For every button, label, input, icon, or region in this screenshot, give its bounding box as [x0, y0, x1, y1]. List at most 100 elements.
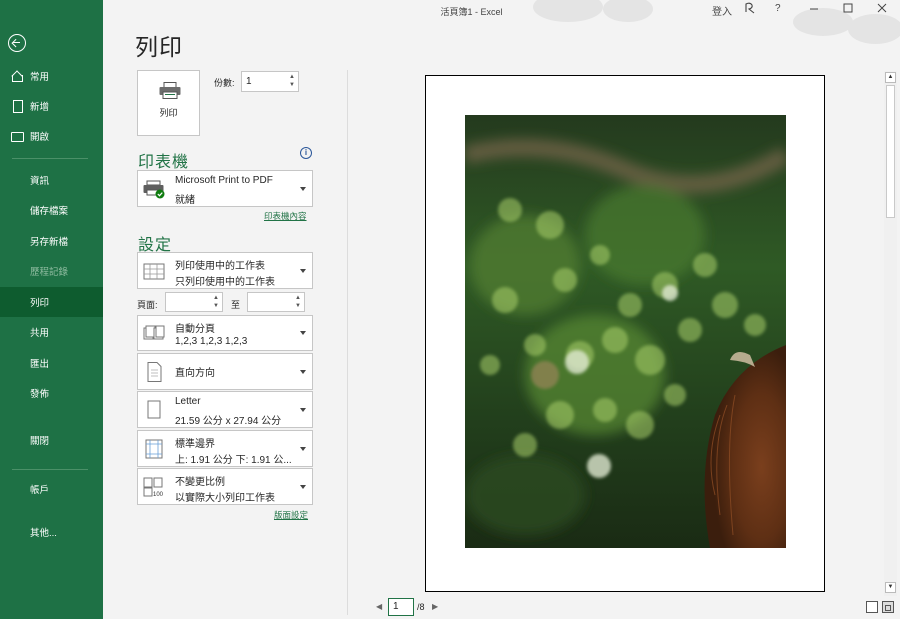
page-setup-link[interactable]: 版面設定	[274, 509, 308, 521]
sidebar-item-label: 發佈	[30, 389, 50, 400]
printer-properties-link[interactable]: 印表機內容	[264, 210, 307, 222]
sidebar-item-label: 共用	[30, 328, 50, 339]
scroll-thumb[interactable]	[886, 85, 895, 218]
open-folder-icon	[11, 130, 24, 142]
copies-stepper[interactable]: 1 ▲ ▼	[241, 71, 299, 92]
margins-desc: 上: 1.91 公分 下: 1.91 公...	[175, 455, 292, 466]
copies-value: 1	[246, 76, 252, 87]
collation-dropdown[interactable]: 自動分頁 1,2,3 1,2,3 1,2,3	[137, 315, 313, 351]
preview-scrollbar[interactable]: ▲ ▼	[884, 71, 897, 596]
worksheet-icon	[143, 263, 165, 279]
back-arrow-icon[interactable]	[8, 34, 26, 52]
chevron-down-icon	[300, 484, 306, 489]
sidebar-item-label: 儲存檔案	[30, 206, 69, 217]
pages-label: 頁面:	[137, 300, 158, 310]
chevron-down-icon	[300, 407, 306, 412]
page-title: 列印	[135, 34, 183, 60]
sidebar-item-publish[interactable]: 發佈	[0, 378, 103, 408]
sidebar-item-print[interactable]: 列印	[0, 287, 103, 317]
pen-icon[interactable]	[743, 1, 757, 18]
paper-icon	[147, 400, 161, 418]
home-icon	[11, 70, 23, 82]
info-icon[interactable]: i	[300, 147, 312, 159]
sidebar-item-export[interactable]: 匯出	[0, 348, 103, 378]
chevron-down-icon	[300, 268, 306, 273]
printer-ready-icon	[143, 180, 165, 198]
sidebar-item-save-as[interactable]: 另存新檔	[0, 226, 103, 256]
preview-photo	[465, 115, 786, 548]
pages-to-input[interactable]: ▲ ▼	[247, 292, 305, 312]
backstage-sidebar: 常用 新增 開啟 資訊 儲存檔案 另存新檔 歷程記錄 列印 共用 匯出 發佈 關…	[0, 0, 103, 619]
preview-divider	[347, 70, 348, 615]
orientation-dropdown[interactable]: 直向方向	[137, 353, 313, 390]
portrait-page-icon	[147, 361, 162, 382]
sidebar-item-home[interactable]: 常用	[0, 61, 103, 91]
sidebar-item-label: 帳戶	[30, 485, 50, 496]
zoom-to-page-icon[interactable]	[882, 601, 894, 613]
paper-size-desc: 21.59 公分 x 27.94 公分	[175, 416, 282, 427]
sign-in-link[interactable]: 登入	[712, 3, 732, 18]
sidebar-item-save[interactable]: 儲存檔案	[0, 195, 103, 225]
sidebar-item-label: 關閉	[30, 436, 50, 447]
sidebar-item-label: 另存新檔	[30, 237, 69, 248]
margins-dropdown[interactable]: 標準邊界 上: 1.91 公分 下: 1.91 公...	[137, 430, 313, 467]
print-scope-title: 列印使用中的工作表	[175, 261, 265, 272]
printer-heading: 印表機	[138, 154, 190, 171]
pages-from-input[interactable]: ▲ ▼	[165, 292, 223, 312]
sidebar-item-account[interactable]: 帳戶	[0, 474, 103, 504]
minimize-icon[interactable]	[808, 2, 820, 17]
new-document-icon	[11, 100, 23, 113]
bokeh-photo-image	[465, 115, 786, 548]
sidebar-item-label: 常用	[30, 72, 50, 83]
pages-to-label: 至	[231, 300, 241, 310]
stepper-arrows-icon[interactable]: ▲ ▼	[295, 294, 301, 310]
current-page-input[interactable]: 1	[388, 598, 414, 616]
sidebar-item-more[interactable]: 其他...	[0, 517, 103, 547]
show-margins-icon[interactable]	[866, 601, 878, 613]
maximize-icon[interactable]	[842, 2, 854, 17]
chevron-down-icon	[300, 369, 306, 374]
printer-dropdown[interactable]: Microsoft Print to PDF 就緒	[137, 170, 313, 207]
print-scope-desc: 只列印使用中的工作表	[175, 277, 275, 288]
previous-page-icon[interactable]: ◀	[376, 602, 382, 611]
scroll-down-icon[interactable]: ▼	[885, 582, 896, 593]
collation-title: 自動分頁	[175, 324, 215, 335]
sidebar-item-label: 新增	[30, 102, 50, 113]
chevron-down-icon	[300, 331, 306, 335]
close-icon[interactable]	[876, 2, 888, 17]
sidebar-divider	[12, 469, 88, 470]
sidebar-item-label: 匯出	[30, 359, 50, 370]
sidebar-item-open[interactable]: 開啟	[0, 121, 103, 151]
scroll-up-icon[interactable]: ▲	[885, 72, 896, 83]
scaling-title: 不變更比例	[175, 477, 225, 488]
sidebar-divider	[12, 158, 88, 159]
print-scope-dropdown[interactable]: 列印使用中的工作表 只列印使用中的工作表	[137, 252, 313, 289]
scaling-dropdown[interactable]: 100 不變更比例 以實際大小列印工作表	[137, 468, 313, 505]
paper-size-dropdown[interactable]: Letter 21.59 公分 x 27.94 公分	[137, 391, 313, 428]
next-page-icon[interactable]: ▶	[432, 602, 438, 611]
title-bar: 活頁簿1 - Excel 登入 ?	[103, 0, 900, 44]
chevron-down-icon	[300, 446, 306, 451]
stepper-arrows-icon[interactable]: ▲ ▼	[213, 294, 219, 310]
printer-icon	[159, 82, 181, 99]
sidebar-item-info[interactable]: 資訊	[0, 165, 103, 195]
collation-desc: 1,2,3 1,2,3 1,2,3	[175, 336, 248, 347]
sidebar-item-close[interactable]: 關閉	[0, 425, 103, 455]
sidebar-item-label: 開啟	[30, 132, 50, 143]
chevron-down-icon	[300, 186, 306, 191]
sidebar-item-label: 資訊	[30, 176, 50, 187]
svg-text:100: 100	[153, 492, 164, 497]
sidebar-item-label: 歷程記錄	[30, 267, 69, 278]
print-button[interactable]: 列印	[137, 70, 200, 136]
sidebar-item-label: 列印	[30, 298, 50, 309]
sidebar-item-new[interactable]: 新增	[0, 91, 103, 121]
help-button[interactable]: ?	[775, 3, 781, 14]
page-total: /8	[417, 602, 425, 612]
margins-icon	[145, 439, 163, 458]
sidebar-item-history: 歷程記錄	[0, 256, 103, 286]
sidebar-item-share[interactable]: 共用	[0, 317, 103, 347]
margins-title: 標準邊界	[175, 439, 215, 450]
sidebar-item-label: 其他...	[30, 528, 57, 539]
orientation-title: 直向方向	[175, 368, 215, 379]
stepper-arrows-icon[interactable]: ▲ ▼	[289, 73, 295, 89]
